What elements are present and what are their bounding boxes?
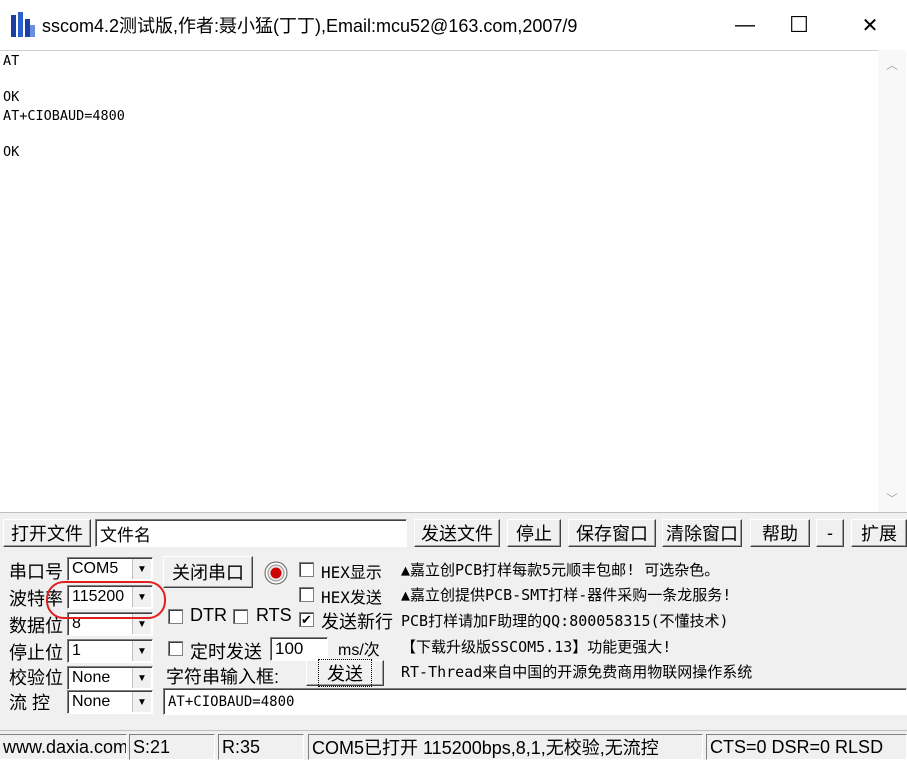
scroll-down-icon[interactable]: ﹀ — [878, 487, 906, 509]
flow-label: 流 控 — [9, 693, 51, 713]
scroll-up-icon[interactable]: ︿ — [878, 53, 906, 75]
clear-window-button[interactable]: 清除窗口 — [662, 519, 742, 547]
collapse-button[interactable]: - — [816, 519, 844, 547]
info-panel: ▲嘉立创PCB打样每款5元顺丰包邮! 可选杂色。 ▲嘉立创提供PCB-SMT打样… — [397, 556, 907, 686]
send-newline-label: 发送新行 — [321, 612, 393, 632]
record-light-icon — [264, 561, 288, 585]
stopbits-label: 停止位 — [9, 643, 63, 663]
open-file-button[interactable]: 打开文件 — [3, 519, 91, 547]
stopbits-value: 1 — [72, 642, 81, 659]
hex-display-label: HEX显示 — [321, 563, 382, 582]
vertical-scrollbar[interactable]: ︿ ﹀ — [878, 50, 906, 512]
parity-select[interactable]: None ▼ — [67, 666, 153, 690]
send-file-button[interactable]: 发送文件 — [414, 519, 500, 547]
info-line-1[interactable]: ▲嘉立创PCB打样每款5元顺丰包邮! 可选杂色。 — [401, 559, 719, 580]
flow-value: None — [72, 693, 111, 710]
flow-select[interactable]: None ▼ — [67, 690, 153, 714]
receive-textarea[interactable] — [0, 50, 906, 512]
minimize-button[interactable]: — — [718, 0, 772, 50]
info-line-3[interactable]: PCB打样请加F助理的QQ:800058315(不懂技术) — [401, 610, 729, 631]
status-received-count: R:35 — [218, 734, 304, 760]
close-port-button[interactable]: 关闭串口 — [163, 556, 253, 588]
interval-unit: ms/次 — [338, 642, 380, 659]
hex-send-label: HEX发送 — [321, 588, 382, 607]
filename-field[interactable]: 文件名 — [95, 519, 407, 547]
port-value: COM5 — [72, 560, 119, 577]
info-line-2[interactable]: ▲嘉立创提供PCB-SMT打样-器件采购一条龙服务! — [401, 584, 731, 605]
chevron-down-icon[interactable]: ▼ — [132, 559, 151, 579]
parity-value: None — [72, 669, 111, 686]
dtr-checkbox[interactable] — [168, 609, 183, 624]
rts-label: RTS — [256, 605, 292, 625]
receive-text: AT OK AT+CIOBAUD=4800 OK — [3, 53, 125, 161]
dtr-label: DTR — [190, 605, 227, 625]
parity-label: 校验位 — [9, 668, 63, 688]
port-select[interactable]: COM5 ▼ — [67, 557, 153, 581]
rts-checkbox[interactable] — [233, 609, 248, 624]
annotation-circle — [46, 581, 166, 619]
help-button[interactable]: 帮助 — [750, 519, 810, 547]
status-sent-count: S:21 — [129, 734, 215, 760]
status-port: COM5已打开 115200bps,8,1,无校验,无流控 — [308, 734, 703, 760]
string-input[interactable]: AT+CIOBAUD=4800 — [163, 688, 907, 715]
chevron-down-icon[interactable]: ▼ — [132, 692, 151, 712]
input-label: 字符串输入框: — [166, 667, 280, 687]
timed-send-label: 定时发送 — [190, 642, 262, 662]
timed-send-checkbox[interactable] — [168, 641, 183, 656]
status-website[interactable]: www.daxia.com — [0, 734, 127, 760]
info-line-4[interactable]: 【下载升级版SSCOM5.13】功能更强大! — [401, 636, 671, 657]
send-button[interactable]: 发送 — [306, 659, 384, 687]
status-bar: www.daxia.com S:21 R:35 COM5已打开 115200bp… — [0, 730, 907, 760]
hex-display-checkbox[interactable] — [299, 562, 314, 577]
send-newline-checkbox[interactable]: ✔ — [299, 612, 314, 627]
expand-button[interactable]: 扩展 — [851, 519, 907, 547]
stop-button[interactable]: 停止 — [507, 519, 561, 547]
maximize-button[interactable]: ☐ — [772, 0, 826, 50]
send-button-label: 发送 — [318, 659, 372, 687]
stopbits-select[interactable]: 1 ▼ — [67, 639, 153, 663]
title-bar: sscom4.2测试版,作者:聂小猛(丁丁),Email:mcu52@163.c… — [0, 0, 907, 50]
close-button[interactable]: ✕ — [843, 0, 897, 50]
save-window-button[interactable]: 保存窗口 — [568, 519, 656, 547]
status-signals: CTS=0 DSR=0 RLSD — [706, 734, 907, 760]
hex-send-checkbox[interactable] — [299, 587, 314, 602]
chevron-down-icon[interactable]: ▼ — [132, 668, 151, 688]
port-label: 串口号 — [9, 562, 63, 582]
info-line-5[interactable]: RT-Thread来自中国的开源免费商用物联网操作系统 — [401, 661, 752, 682]
app-icon — [10, 11, 36, 39]
interval-input[interactable]: 100 — [270, 637, 328, 661]
window-title: sscom4.2测试版,作者:聂小猛(丁丁),Email:mcu52@163.c… — [42, 16, 578, 36]
chevron-down-icon[interactable]: ▼ — [132, 641, 151, 661]
